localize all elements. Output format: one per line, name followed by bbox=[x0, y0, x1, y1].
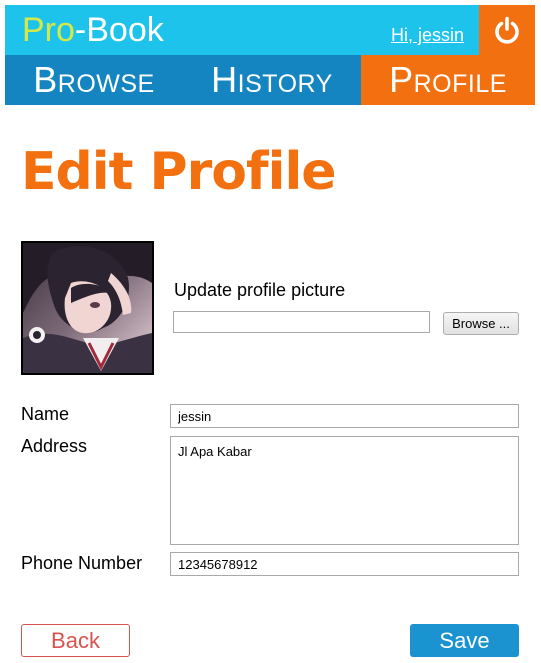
tab-profile[interactable]: Profile bbox=[361, 55, 535, 105]
power-icon bbox=[495, 16, 519, 44]
avatar bbox=[21, 241, 154, 375]
address-input[interactable]: Jl Apa Kabar bbox=[170, 436, 519, 545]
update-picture-label: Update profile picture bbox=[174, 280, 346, 300]
user-greeting-link[interactable]: Hi, jessin bbox=[391, 24, 464, 46]
logout-button[interactable] bbox=[479, 5, 535, 55]
app-logo[interactable]: Pro-Book bbox=[22, 11, 164, 49]
picture-file-input[interactable] bbox=[173, 311, 430, 333]
name-input[interactable] bbox=[170, 404, 519, 428]
name-label: Name bbox=[21, 404, 70, 424]
main-nav: Browse History Profile bbox=[5, 55, 535, 105]
top-bar: Pro-Book Hi, jessin bbox=[5, 5, 535, 55]
back-button[interactable]: Back bbox=[21, 624, 130, 657]
tab-browse[interactable]: Browse bbox=[5, 55, 183, 105]
phone-label: Phone Number bbox=[21, 553, 143, 573]
page-title: Edit Profile bbox=[21, 142, 337, 202]
avatar-image bbox=[23, 243, 152, 373]
phone-input[interactable] bbox=[170, 552, 519, 576]
logo-prefix: Pro bbox=[22, 11, 75, 49]
save-button[interactable]: Save bbox=[410, 624, 519, 657]
tab-history[interactable]: History bbox=[183, 55, 361, 105]
address-label: Address bbox=[21, 436, 88, 456]
browse-button[interactable]: Browse ... bbox=[443, 312, 519, 335]
logo-suffix: -Book bbox=[74, 11, 164, 49]
